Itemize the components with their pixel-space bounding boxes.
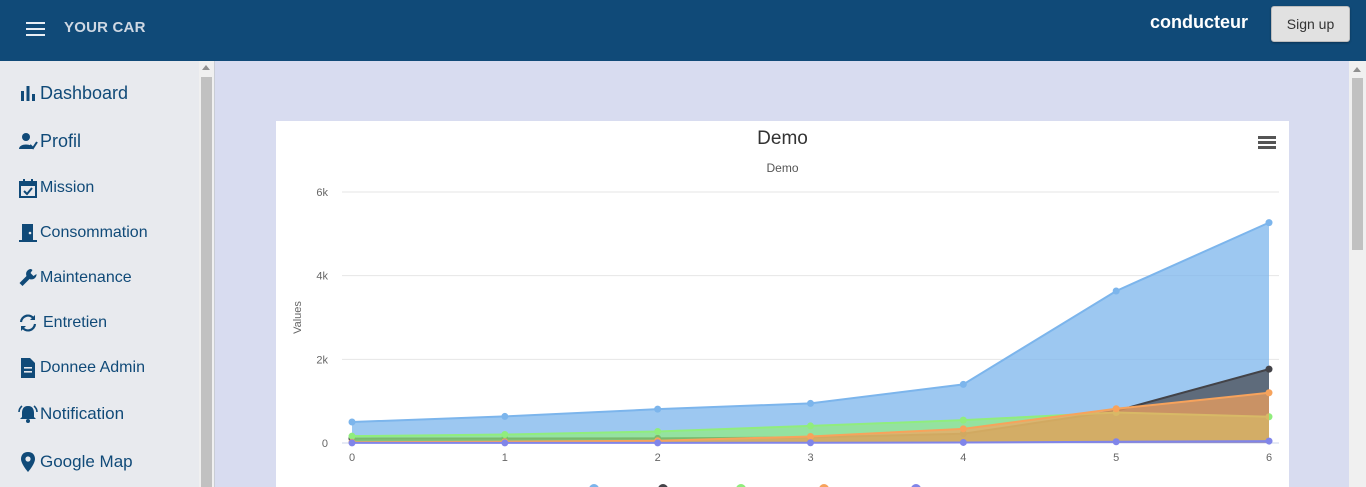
- sign-up-button[interactable]: Sign up: [1271, 6, 1350, 42]
- data-point: [807, 399, 814, 407]
- x-tick-label: 6: [1266, 452, 1272, 464]
- sidebar-item-label: Mission: [40, 179, 95, 196]
- data-point: [501, 412, 509, 420]
- data-point: [1112, 287, 1120, 295]
- sidebar-item-mission[interactable]: Mission: [17, 173, 94, 203]
- data-point: [807, 439, 814, 447]
- x-tick-label: 3: [807, 452, 813, 464]
- sidebar-item-label: Google Map: [40, 452, 133, 471]
- area-chart: 0 2k 4k 6k 0 1 2 3 4 5 6 Values: [292, 187, 1279, 487]
- scrollbar-thumb[interactable]: [201, 77, 212, 487]
- sidebar-item-label: Maintenance: [40, 269, 132, 286]
- data-point: [348, 418, 356, 426]
- top-app-bar: YOUR CAR conducteur Sign up: [0, 0, 1366, 61]
- sync-icon: [17, 312, 39, 334]
- y-tick-label: 4k: [316, 271, 328, 283]
- sidebar-item-maintenance[interactable]: Maintenance: [17, 263, 132, 293]
- sidebar: Dashboard Profil Mission Consommation Ma…: [0, 61, 215, 487]
- data-point: [1112, 405, 1120, 413]
- user-name: conducteur: [1150, 12, 1249, 32]
- x-tick-label: 4: [960, 452, 966, 464]
- data-point: [501, 431, 509, 439]
- sidebar-item-label: Donnee Admin: [40, 359, 145, 376]
- data-point: [959, 425, 967, 433]
- sidebar-item-label: Dashboard: [40, 82, 129, 103]
- data-point: [807, 422, 814, 430]
- hamburger-menu-icon[interactable]: [24, 18, 48, 42]
- sidebar-item-label: Consommation: [40, 224, 148, 241]
- data-point: [1112, 438, 1120, 446]
- x-tick-label: 5: [1113, 452, 1119, 464]
- data-point: [959, 416, 967, 424]
- scrollbar-thumb[interactable]: [1352, 78, 1363, 250]
- brand-title: YOUR CAR: [64, 19, 146, 36]
- bar-chart-icon: [17, 82, 39, 104]
- map-pin-icon: [17, 451, 39, 473]
- data-point: [959, 438, 967, 446]
- x-tick-label: 0: [349, 452, 355, 464]
- document-icon: [17, 357, 39, 379]
- wrench-icon: [17, 267, 39, 289]
- calendar-check-icon: [17, 177, 39, 199]
- x-tick-label: 1: [502, 452, 508, 464]
- data-point: [654, 427, 662, 435]
- sidebar-item-entretien[interactable]: Entretien: [17, 308, 107, 338]
- data-point: [348, 432, 356, 440]
- y-tick-label: 0: [322, 438, 328, 450]
- data-point: [654, 405, 662, 413]
- data-point: [654, 439, 662, 447]
- scroll-up-arrow-icon[interactable]: [202, 65, 210, 70]
- y-tick-label: 6k: [316, 187, 328, 199]
- data-point: [807, 432, 814, 440]
- y-axis-label: Values: [292, 301, 304, 334]
- scroll-up-arrow-icon[interactable]: [1353, 67, 1361, 72]
- sidebar-item-donnee-admin[interactable]: Donnee Admin: [17, 353, 145, 383]
- sidebar-item-dashboard[interactable]: Dashboard: [17, 78, 128, 108]
- sidebar-item-label: Entretien: [43, 314, 108, 331]
- sidebar-item-consommation[interactable]: Consommation: [17, 218, 148, 248]
- chart-card: Demo Demo 0 2k 4k 6k 0 1 2 3 4 5 6 Values: [276, 121, 1289, 487]
- sidebar-item-label: Notification: [40, 404, 125, 423]
- sidebar-item-profil[interactable]: Profil: [17, 126, 81, 156]
- sidebar-item-notification[interactable]: Notification: [17, 399, 124, 429]
- user-check-icon: [17, 130, 39, 152]
- sidebar-item-label: Profil: [40, 130, 82, 151]
- data-point: [1265, 389, 1273, 397]
- door-icon: [17, 222, 39, 244]
- sidebar-scrollbar[interactable]: [199, 61, 214, 487]
- y-tick-label: 2k: [316, 354, 328, 366]
- bell-icon: [17, 403, 39, 425]
- sidebar-item-google-map[interactable]: Google Map: [17, 447, 133, 477]
- data-point: [959, 380, 967, 388]
- data-point: [348, 439, 356, 447]
- data-point: [1265, 365, 1273, 373]
- main-scrollbar[interactable]: [1349, 61, 1366, 487]
- data-point: [1265, 437, 1273, 445]
- data-point: [1265, 219, 1273, 227]
- x-tick-label: 2: [655, 452, 661, 464]
- data-point: [501, 439, 509, 447]
